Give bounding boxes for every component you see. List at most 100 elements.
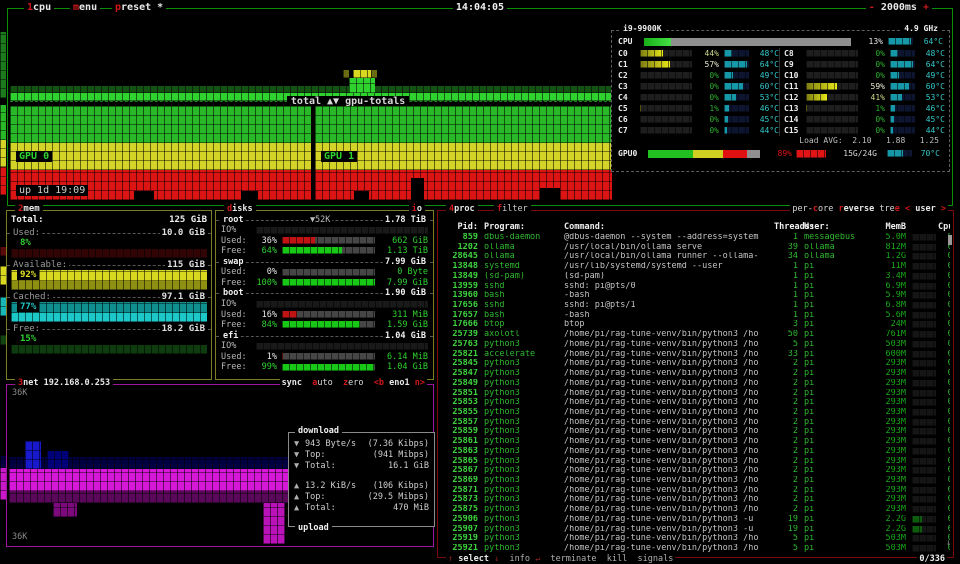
process-row[interactable]: 25847 python3 /home/pi/rag-tune-venv/bin…: [442, 369, 950, 379]
process-row[interactable]: 25821 accelerate /home/pi/rag-tune-venv/…: [442, 350, 950, 360]
process-row[interactable]: 25865 python3 /home/pi/rag-tune-venv/bin…: [442, 457, 950, 467]
gpu0-usage-bar: [648, 149, 760, 158]
process-row[interactable]: 25855 python3 /home/pi/rag-tune-venv/bin…: [442, 408, 950, 418]
process-row[interactable]: 25739 axolotl /home/pi/rag-tune-venv/bin…: [442, 330, 950, 340]
select-button[interactable]: select: [458, 554, 489, 564]
mem-used-graph: [11, 249, 207, 258]
core-usage-meter: [640, 116, 692, 123]
process-row[interactable]: 17656 sshd sshd: pi@pts/1 1 pi 6.8M 0.0: [442, 301, 950, 311]
process-row[interactable]: 17657 bash -bash 1 pi 5.6M 0.0: [442, 311, 950, 321]
disk-io-meter: [256, 226, 428, 234]
disks-io-toggle[interactable]: io: [408, 204, 425, 214]
menu-button[interactable]: menu: [70, 2, 101, 13]
process-row[interactable]: 25919 python3 /home/pi/rag-tune-venv/bin…: [442, 534, 950, 544]
process-row[interactable]: 13960 bash -bash 1 pi 5.9M 0.0: [442, 291, 950, 301]
process-row[interactable]: 25871 python3 /home/pi/rag-tune-venv/bin…: [442, 486, 950, 496]
network-panel-toggle[interactable]: 3net 192.168.0.253: [15, 378, 114, 388]
process-cpu-meter: [912, 457, 936, 465]
core-usage-meter: [640, 50, 692, 57]
process-row[interactable]: 25863 python3 /home/pi/rag-tune-venv/bin…: [442, 447, 950, 457]
process-row[interactable]: 859 dbus-daemon @dbus-daemon --system --…: [442, 233, 950, 243]
column-pid[interactable]: Pid:: [442, 222, 478, 233]
column-threads[interactable]: Threads:: [774, 222, 815, 233]
ip-address: 192.168.0.253: [43, 378, 111, 388]
load-average: Load AVG: 2.10 1.88 1.25: [799, 136, 939, 145]
process-row[interactable]: 25906 python3 /home/pi/rag-tune-venv/bin…: [442, 515, 950, 525]
filter-button[interactable]: filter: [494, 204, 531, 214]
sort-next-button[interactable]: >: [941, 204, 946, 214]
core-temp-meter: [890, 72, 915, 79]
tree-toggle[interactable]: tree: [879, 204, 899, 214]
column-program[interactable]: Program:: [478, 222, 560, 233]
column-user[interactable]: User:: [798, 222, 868, 233]
preset-button[interactable]: preset *: [112, 2, 167, 13]
process-cpu-meter: [912, 253, 936, 261]
network-panel: 3net 192.168.0.253 sync auto zero <b eno…: [6, 378, 435, 547]
process-row[interactable]: 25851 python3 /home/pi/rag-tune-venv/bin…: [442, 389, 950, 399]
sort-prev-button[interactable]: <: [905, 204, 910, 214]
process-row[interactable]: 25873 python3 /home/pi/rag-tune-venv/bin…: [442, 495, 950, 505]
process-cpu-meter: [912, 340, 936, 348]
disk-entry: root ▼52K 1.78 TiB IO% Used: 36% 662 GiB Fre…: [216, 214, 433, 256]
process-row[interactable]: 25921 python3 /home/pi/rag-tune-venv/bin…: [442, 544, 950, 554]
btop-screen: 1cpu menu preset * 14:04:05 - 2000ms + t…: [0, 0, 960, 564]
process-row[interactable]: 25849 python3 /home/pi/rag-tune-venv/bin…: [442, 379, 950, 389]
process-row[interactable]: 25867 python3 /home/pi/rag-tune-venv/bin…: [442, 466, 950, 476]
interval-decrease-button[interactable]: -: [869, 2, 875, 13]
process-cpu-meter: [912, 379, 936, 387]
proc-scrollbar[interactable]: [948, 235, 952, 245]
process-row[interactable]: 25859 python3 /home/pi/rag-tune-venv/bin…: [442, 427, 950, 437]
process-row[interactable]: 25875 python3 /home/pi/rag-tune-venv/bin…: [442, 505, 950, 515]
column-memb[interactable]: MemB: [868, 222, 906, 233]
process-row[interactable]: 25853 python3 /home/pi/rag-tune-venv/bin…: [442, 398, 950, 408]
process-panel-toggle[interactable]: 4proc: [446, 204, 478, 214]
net-zero-toggle[interactable]: zero: [343, 378, 363, 388]
core-temp-meter: [890, 105, 915, 112]
net-auto-toggle[interactable]: auto: [312, 378, 332, 388]
net-next-iface-button[interactable]: n>: [415, 378, 425, 388]
process-row[interactable]: 25763 python3 /home/pi/rag-tune-venv/bin…: [442, 340, 950, 350]
process-row[interactable]: 17666 btop btop 3 pi 24M 0.0: [442, 320, 950, 330]
disk-entry: efi 1.04 GiB IO% Used: 1% 6.14 MiB Free: 99%…: [216, 330, 433, 372]
process-row[interactable]: 25869 python3 /home/pi/rag-tune-venv/bin…: [442, 476, 950, 486]
process-row[interactable]: 13848 systemd /usr/lib/systemd/systemd -…: [442, 262, 950, 272]
column-command[interactable]: Command:: [560, 222, 774, 233]
core-temp-meter: [724, 105, 749, 112]
process-row[interactable]: 13849 (sd-pam) (sd-pam) 1 pi 3.4M 0.0: [442, 272, 950, 282]
mem-cached-header: Cached: 97.1 GiB: [7, 291, 211, 302]
process-row[interactable]: 25861 python3 /home/pi/rag-tune-venv/bin…: [442, 437, 950, 447]
process-row[interactable]: 25907 python3 /home/pi/rag-tune-venv/bin…: [442, 525, 950, 535]
cpu-frequency-label: 4.9 GHz: [901, 24, 941, 33]
net-sync-toggle[interactable]: sync: [282, 378, 302, 388]
column-cpu[interactable]: Cpu%↑: [938, 222, 950, 233]
terminate-button[interactable]: terminate: [550, 554, 596, 564]
reverse-toggle[interactable]: reverse: [838, 204, 874, 214]
process-cpu-meter: [912, 428, 936, 436]
process-row[interactable]: 28645 ollama /usr/local/bin/ollama runne…: [442, 252, 950, 262]
info-button[interactable]: info: [509, 554, 529, 564]
core-temp-meter: [890, 61, 915, 68]
process-row[interactable]: 25857 python3 /home/pi/rag-tune-venv/bin…: [442, 418, 950, 428]
process-row[interactable]: 25845 python3 /home/pi/rag-tune-venv/bin…: [442, 359, 950, 369]
disks-panel-toggle[interactable]: disks: [224, 204, 256, 214]
interval-increase-button[interactable]: +: [923, 2, 929, 13]
cpu-panel-toggle[interactable]: 1cpu: [24, 2, 55, 13]
memory-panel-toggle[interactable]: 2mem: [15, 204, 43, 214]
signals-button[interactable]: signals: [638, 554, 674, 564]
per-core-toggle[interactable]: per-core: [792, 204, 833, 214]
gpu0-temp-meter: [887, 150, 912, 157]
disk-used-meter: [282, 353, 375, 361]
process-row[interactable]: 1202 ollama /usr/local/bin/ollama serve …: [442, 243, 950, 253]
process-cpu-meter: [912, 418, 936, 426]
process-cpu-meter: [912, 389, 936, 397]
process-row[interactable]: 13959 sshd sshd: pi@pts/0 1 pi 6.9M 0.0: [442, 282, 950, 292]
net-prev-iface-button[interactable]: <b: [374, 378, 384, 388]
edge-strip-gpu-yellow: [0, 140, 6, 167]
gpu1-graph: GPU 1: [315, 106, 612, 200]
mem-used-header: Used: 10.0 GiB: [7, 227, 211, 238]
kill-button[interactable]: kill: [607, 554, 627, 564]
process-cpu-meter: [912, 438, 936, 446]
core-row: C7 0% 44°C: [618, 126, 779, 135]
core-usage-meter: [806, 50, 858, 57]
process-cpu-meter: [912, 408, 936, 416]
